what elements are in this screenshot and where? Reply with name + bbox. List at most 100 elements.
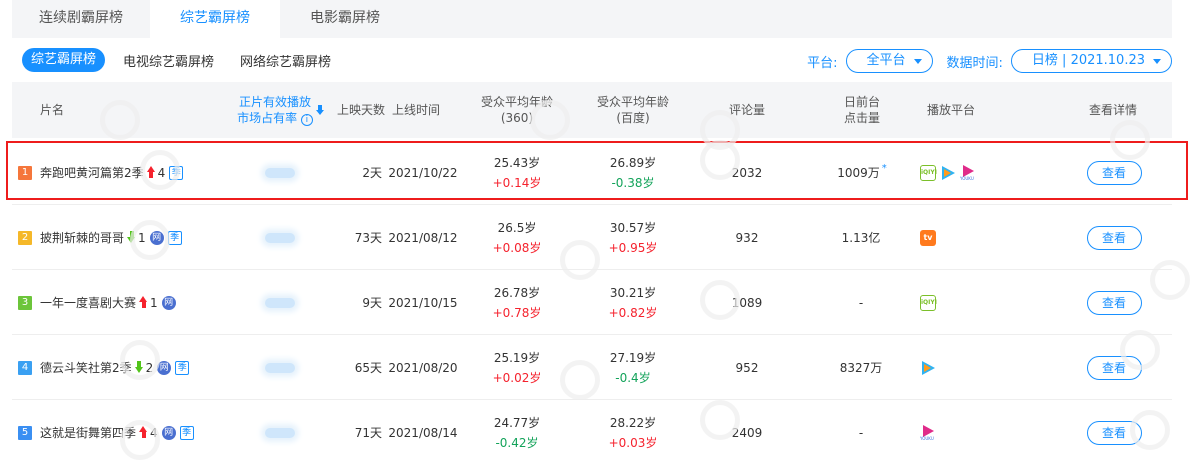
age-360-cell: 24.77岁 -0.42岁: [467, 400, 567, 463]
watermark-logo: [1150, 260, 1190, 300]
platforms-cell: [920, 335, 1020, 400]
age-360-delta: +0.78岁: [492, 305, 542, 320]
sub-tab-all-variety[interactable]: 综艺霸屏榜: [22, 48, 106, 72]
watermark-logo: [1120, 330, 1160, 370]
sort-desc-icon-wrap[interactable]: [308, 82, 328, 138]
header-platforms: 播放平台: [926, 103, 975, 117]
show-title[interactable]: 一年一度喜剧大赛: [40, 293, 136, 313]
days-cell: 2天: [362, 165, 382, 180]
header-days: 上映天数: [336, 103, 385, 117]
platform-select[interactable]: 全平台: [845, 49, 933, 73]
blurred-value: [265, 362, 295, 373]
show-title[interactable]: 奔跑吧黄河篇第2季: [40, 163, 144, 183]
date-cell: 2021/08/20: [388, 360, 458, 375]
youku-icon[interactable]: [960, 164, 976, 181]
age-baidu-cell: 27.19岁 -0.4岁: [583, 335, 683, 400]
date-select[interactable]: 日榜 | 2021.10.23: [1010, 49, 1172, 73]
clicks-cell: 8327万: [817, 335, 907, 400]
comments-cell: 952: [735, 360, 759, 375]
watermark-logo: [560, 240, 600, 280]
show-title[interactable]: 披荆斩棘的哥哥: [40, 228, 124, 248]
clicks-cell: 1009万 *: [817, 140, 907, 205]
header-age-baidu-line2: (百度): [616, 111, 650, 125]
date-cell: 2021/08/14: [388, 425, 458, 440]
clicks-value: 1.13亿: [841, 230, 881, 245]
clicks-value: -: [858, 425, 864, 440]
iqiyi-icon[interactable]: iQIYI: [920, 164, 937, 181]
market-share-blurred: [260, 270, 300, 335]
watermark-logo: [560, 360, 600, 400]
title-cell: 2 披荆斩棘的哥哥 1 网季: [18, 205, 218, 270]
header-market-share-line1: 正片有效播放: [238, 95, 311, 109]
age-360-value: 25.43岁: [493, 155, 541, 170]
age-baidu-value: 30.57岁: [609, 220, 657, 235]
age-baidu-value: 30.21岁: [609, 285, 657, 300]
watermark-logo: [1110, 120, 1150, 160]
tencent-video-icon[interactable]: [920, 360, 936, 376]
clicks-value: -: [858, 295, 864, 310]
age-baidu-value: 26.89岁: [609, 155, 657, 170]
days-cell: 71天: [354, 425, 382, 440]
season-badge: 季: [179, 425, 194, 440]
date-label: 数据时间:: [946, 55, 1003, 71]
rank-badge: 2: [18, 230, 32, 245]
show-title[interactable]: 德云斗笑社第2季: [40, 358, 132, 378]
table-row: 5 这就是街舞第四季 4 网季 71天 2021/08/14 24.77岁 -0…: [12, 400, 1172, 463]
watermark-logo: [100, 100, 140, 140]
iqiyi-icon[interactable]: iQIYI: [920, 294, 937, 311]
filter-bar: 平台: 全平台 数据时间: 日榜 | 2021.10.23: [807, 48, 1172, 74]
header-market-share-line2: 市场占有率 i: [237, 110, 313, 126]
caret-down-icon: [913, 58, 922, 64]
header-online-date: 上线时间: [391, 103, 440, 117]
view-details-button[interactable]: 查看: [1086, 160, 1142, 185]
header-clicks-line2: 点击量: [843, 111, 880, 125]
mgtv-icon[interactable]: tv: [920, 229, 936, 246]
days-cell: 9天: [362, 295, 382, 310]
watermark-logo: [700, 110, 740, 150]
youku-icon[interactable]: [920, 424, 936, 441]
clicks-note-star: *: [881, 162, 887, 174]
top-tab-bar: 连续剧霸屏榜 综艺霸屏榜 电影霸屏榜: [12, 0, 1172, 38]
blurred-value: [265, 167, 295, 178]
view-details-button[interactable]: 查看: [1086, 225, 1142, 250]
age-baidu-delta: -0.4岁: [615, 370, 651, 385]
tab-movie[interactable]: 电影霸屏榜: [280, 0, 410, 38]
blurred-value: [265, 427, 295, 438]
platforms-cell: [920, 400, 1020, 463]
sort-desc-icon[interactable]: [316, 105, 324, 115]
rank-badge: 1: [18, 165, 32, 180]
header-name: 片名: [40, 103, 65, 117]
age-360-cell: 26.78岁 +0.78岁: [467, 270, 567, 335]
sub-tab-web-variety[interactable]: 网络综艺霸屏榜: [240, 51, 331, 70]
tab-tv-series[interactable]: 连续剧霸屏榜: [12, 0, 150, 38]
age-360-cell: 25.19岁 +0.02岁: [467, 335, 567, 400]
season-badge: 季: [175, 360, 190, 375]
view-details-button[interactable]: 查看: [1086, 290, 1142, 315]
age-360-value: 25.19岁: [493, 350, 541, 365]
header-clicks-line1: 日前台: [843, 95, 880, 109]
title-cell: 3 一年一度喜剧大赛 1 网: [18, 270, 218, 335]
clicks-cell: 1.13亿: [817, 205, 907, 270]
market-share-blurred: [260, 140, 300, 205]
age-baidu-value: 28.22岁: [609, 415, 657, 430]
title-cell: 1 奔跑吧黄河篇第2季 4 季: [18, 140, 218, 205]
market-share-blurred: [260, 205, 300, 270]
table-row: 1 奔跑吧黄河篇第2季 4 季 2天 2021/10/22 25.43岁 +0.…: [12, 140, 1172, 205]
platforms-cell: tv: [920, 205, 1020, 270]
platforms-cell: iQIYI: [920, 140, 1020, 205]
age-360-delta: +0.02岁: [492, 370, 542, 385]
title-cell: 5 这就是街舞第四季 4 网季: [18, 400, 218, 463]
watermark-logo: [530, 100, 570, 140]
tencent-video-icon[interactable]: [940, 165, 956, 181]
view-cell: 查看: [1086, 270, 1142, 335]
date-cell: 2021/10/22: [388, 165, 458, 180]
sub-tab-tv-variety[interactable]: 电视综艺霸屏榜: [123, 51, 214, 70]
rank-badge: 3: [18, 295, 32, 310]
view-cell: 查看: [1086, 205, 1142, 270]
age-360-value: 26.78岁: [493, 285, 541, 300]
watermark-logo: [120, 420, 160, 460]
tab-variety[interactable]: 综艺霸屏榜: [150, 0, 280, 38]
age-360-cell: 26.5岁 +0.08岁: [467, 205, 567, 270]
web-badge: 网: [161, 425, 176, 440]
platforms-cell: iQIYI: [920, 270, 1020, 335]
